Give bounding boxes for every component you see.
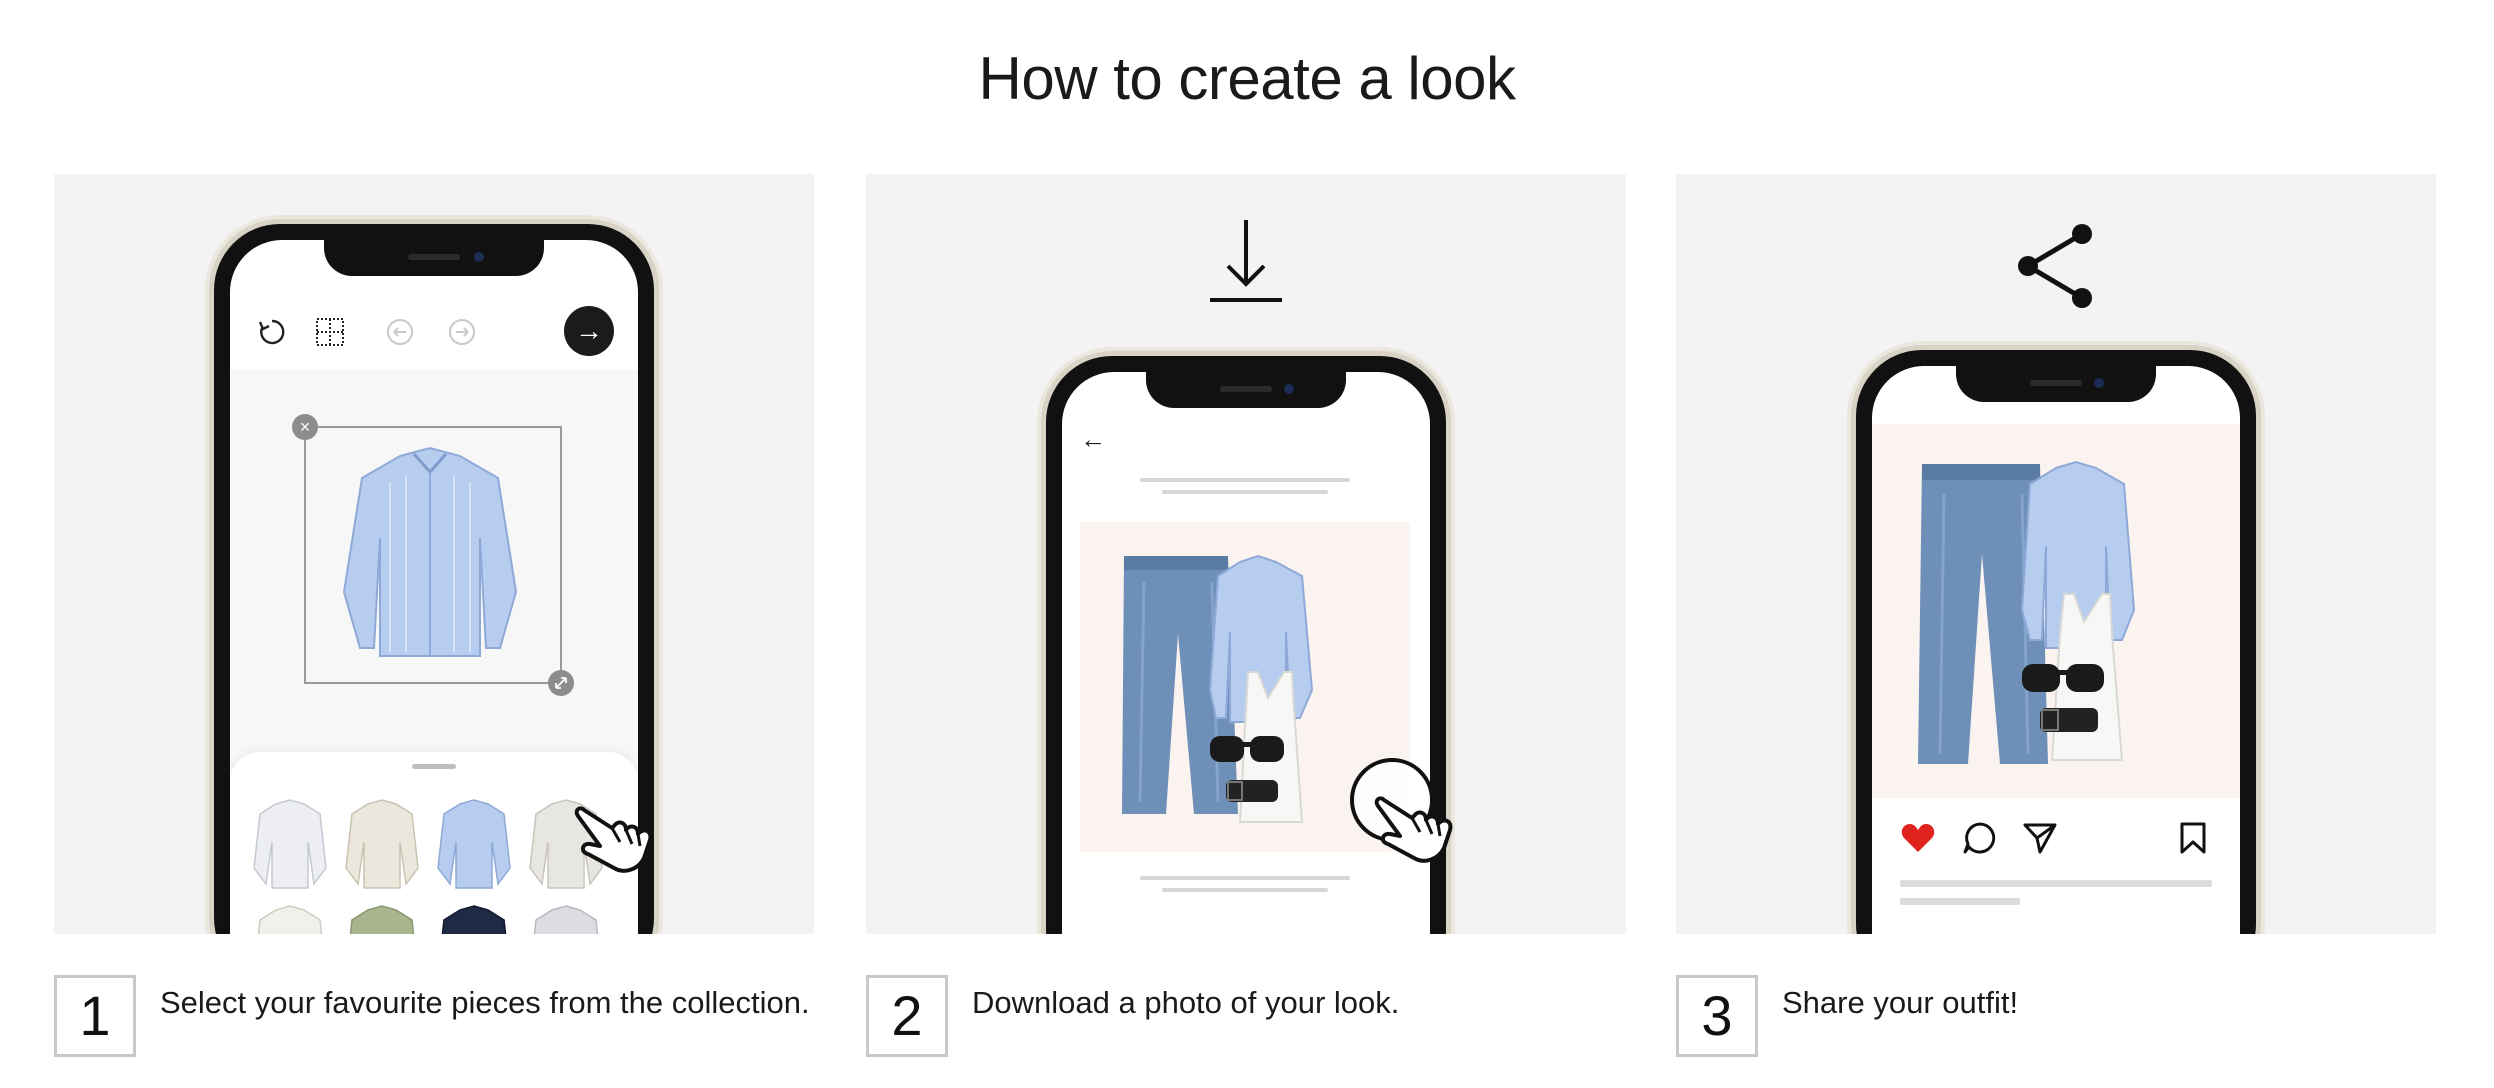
arrow-right-icon: → xyxy=(575,315,603,346)
caption-placeholder-line xyxy=(1900,880,2212,887)
share-icon xyxy=(2018,224,2092,308)
sheet-handle[interactable] xyxy=(412,764,456,769)
grid-icon[interactable] xyxy=(310,312,350,352)
remove-item-icon[interactable]: × xyxy=(292,414,318,440)
step-3: 3 Share your outfit! xyxy=(1676,975,2018,1057)
text-placeholder-line xyxy=(1162,490,1328,494)
belt-image xyxy=(2040,708,2098,732)
reset-icon[interactable] xyxy=(252,312,292,352)
step-number: 2 xyxy=(866,975,948,1057)
phone-mockup xyxy=(1856,350,2256,934)
page-title: How to create a look xyxy=(978,45,1516,112)
caption-placeholder-line xyxy=(1900,898,2020,905)
collection-item xyxy=(345,799,419,889)
step-1-illustration: → × xyxy=(54,174,814,934)
step-number: 3 xyxy=(1676,975,1758,1057)
step-1: 1 Select your favourite pieces from the … xyxy=(54,975,810,1057)
collection-item xyxy=(533,905,599,934)
text-placeholder-line xyxy=(1140,478,1350,482)
phone-screen xyxy=(1872,366,2240,934)
undo-icon[interactable] xyxy=(380,312,420,352)
collection-item xyxy=(257,905,323,934)
shirt-image xyxy=(342,446,518,657)
step-description: Share your outfit! xyxy=(1782,985,2019,1020)
redo-icon[interactable] xyxy=(442,312,482,352)
collection-item xyxy=(253,799,327,889)
resize-handle-icon[interactable] xyxy=(548,670,574,696)
step-2-illustration: ← xyxy=(866,174,1626,934)
step-2: 2 Download a photo of your look. xyxy=(866,975,1399,1057)
send-icon[interactable] xyxy=(2022,821,2058,855)
step-3-illustration xyxy=(1676,174,2436,934)
next-button[interactable]: → xyxy=(564,306,614,356)
like-icon[interactable] xyxy=(1900,822,1936,854)
bookmark-icon[interactable] xyxy=(2178,821,2208,855)
collection-item xyxy=(349,905,415,934)
phone-notch xyxy=(1956,366,2156,402)
phone-notch xyxy=(1146,372,1346,408)
comment-icon[interactable] xyxy=(1962,821,1998,855)
step-description: Download a photo of your look. xyxy=(972,985,1400,1020)
shared-post-image xyxy=(1872,424,2240,798)
pointer-hand-icon xyxy=(574,806,653,873)
step-description: Select your favourite pieces from the co… xyxy=(160,985,810,1020)
belt-image xyxy=(1226,780,1278,802)
phone-notch xyxy=(324,240,544,276)
step-number: 1 xyxy=(54,975,136,1057)
arrow-left-icon: ← xyxy=(1080,424,1106,454)
collection-item xyxy=(437,799,511,889)
download-icon xyxy=(1210,220,1282,302)
collection-item xyxy=(441,905,507,934)
text-placeholder-line xyxy=(1162,888,1328,892)
selection-box[interactable]: × xyxy=(292,414,574,696)
text-placeholder-line xyxy=(1140,876,1350,880)
pointer-hand-icon xyxy=(1374,796,1453,863)
back-button[interactable]: ← xyxy=(1080,424,1106,455)
